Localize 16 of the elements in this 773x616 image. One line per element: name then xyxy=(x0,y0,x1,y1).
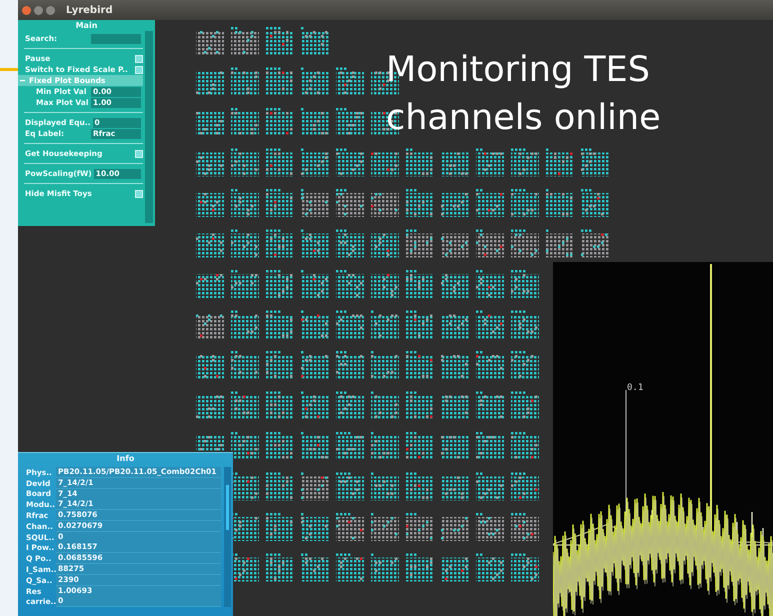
scrollbar[interactable] xyxy=(224,467,231,607)
checkbox[interactable] xyxy=(135,150,143,158)
panel-title: Main xyxy=(74,21,98,32)
close-button[interactable] xyxy=(22,6,31,14)
maximize-button[interactable] xyxy=(46,6,55,14)
scrollbar[interactable] xyxy=(145,31,153,223)
checkbox[interactable] xyxy=(135,190,143,198)
slide-caption: Monitoring TES channels online xyxy=(386,49,662,140)
axis-label: 0.1 xyxy=(627,383,644,393)
checkbox[interactable] xyxy=(135,54,143,62)
panel-title: Info xyxy=(116,453,136,465)
window-title: Lyrebird xyxy=(66,4,113,16)
minimize-button[interactable] xyxy=(34,6,43,14)
minus-icon xyxy=(20,78,25,83)
checkbox[interactable] xyxy=(135,66,143,74)
input-field[interactable] xyxy=(91,34,141,44)
